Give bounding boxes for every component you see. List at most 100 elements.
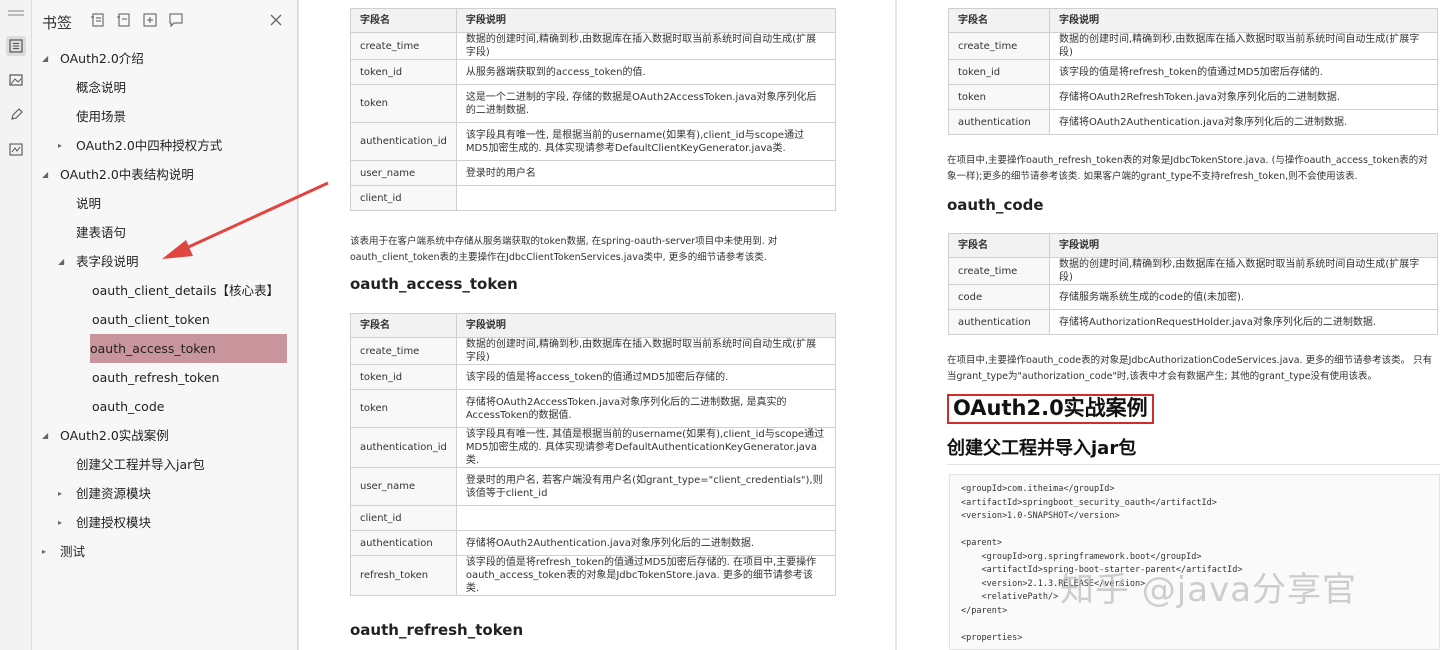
table-row: authentication_id 该字段具有唯一性, 是根据当前的usernam… <box>350 122 837 161</box>
bookmark-label: 说明 <box>76 196 102 211</box>
bookmark-label: 建表语句 <box>76 225 127 240</box>
field-description-cell: 登录时的用户名, 若客户端没有用户名(如grant_type="client_c… <box>455 467 837 506</box>
bookmark-label: 表字段说明 <box>76 254 139 269</box>
collapse-arrow-icon[interactable]: ◢ <box>42 44 48 73</box>
bookmark-tools <box>90 12 184 28</box>
field-name-cell: token <box>350 84 457 123</box>
table-row: token 存储将OAuth2AccessToken.java对象序列化后的二进制… <box>350 389 837 428</box>
table-row: authentication 存储将OAuth2Authentication.ja… <box>948 109 1438 135</box>
table-row: token_id 该字段的值是将refresh_token的值通过MD5加密后存储… <box>948 59 1438 85</box>
column-header: 字段说明 <box>1049 233 1438 258</box>
field-name-cell: token_id <box>350 59 457 85</box>
bookmark-item[interactable]: ▸ 测试 <box>32 537 298 566</box>
table-oauth-code: 字段名 字段说明 create_time 数据的创建时间,精确到秒,由数据库在插入数据… <box>948 233 1438 335</box>
thumbnails-icon[interactable] <box>6 70 26 90</box>
field-description-cell: 数据的创建时间,精确到秒,由数据库在插入数据时取当前系统时间自动生成(扩展字段) <box>455 32 837 60</box>
expand-arrow-icon[interactable]: ▸ <box>42 537 46 566</box>
table-row: token 这是一个二进制的字段, 存储的数据是OAuth2AccessToken… <box>350 84 837 123</box>
bookmark-item[interactable]: oauth_refresh_token <box>32 363 298 392</box>
table-row: user_name 登录时的用户名, 若客户端没有用户名(如grant_type=… <box>350 467 837 506</box>
field-name-cell: create_time <box>350 32 457 60</box>
table-header-row: 字段名 字段说明 <box>948 233 1438 258</box>
bookmark-label: 测试 <box>60 544 86 559</box>
expand-arrow-icon[interactable]: ▸ <box>58 479 62 508</box>
field-name-cell: authentication_id <box>350 122 457 161</box>
bookmark-item[interactable]: 创建父工程并导入jar包 <box>32 450 298 479</box>
column-header: 字段说明 <box>455 313 837 338</box>
field-name-cell: authentication <box>948 309 1050 335</box>
heading-oauth-code: oauth_code <box>947 196 1044 214</box>
table-row: create_time 数据的创建时间,精确到秒,由数据库在插入数据时取当前系统时… <box>948 257 1438 285</box>
heading-oauth-refresh-token: oauth_refresh_token <box>350 621 524 639</box>
bookmark-item[interactable]: oauth_code <box>32 392 298 421</box>
field-description-cell: 该字段具有唯一性, 其值是根据当前的username(如果有),client_i… <box>455 427 837 468</box>
collapse-all-icon[interactable] <box>116 12 132 28</box>
field-description-cell: 这是一个二进制的字段, 存储的数据是OAuth2AccessToken.java… <box>455 84 837 123</box>
field-description-cell: 从服务器端获取到的access_token的值. <box>455 59 837 85</box>
bookmark-item[interactable]: ▸ OAuth2.0中四种授权方式 <box>32 131 298 160</box>
bookmark-item[interactable]: oauth_client_details【核心表】 <box>32 276 298 305</box>
bookmark-item[interactable]: ◢ OAuth2.0介绍 <box>32 44 298 73</box>
bookmark-item[interactable]: 概念说明 <box>32 73 298 102</box>
expand-arrow-icon[interactable]: ▸ <box>58 508 62 537</box>
table-oauth-client-token: 字段名 字段说明 create_time 数据的创建时间,精确到秒,由数据库在插入数据… <box>350 8 837 211</box>
field-name-cell: authentication <box>948 109 1050 135</box>
bookmark-label: 创建父工程并导入jar包 <box>76 457 205 472</box>
bookmark-label: oauth_refresh_token <box>92 370 220 385</box>
field-description-cell: 该字段的值是将refresh_token的值通过MD5加密后存储的. <box>1049 59 1438 85</box>
column-header: 字段名 <box>948 233 1050 258</box>
bookmark-options-icon[interactable] <box>168 12 184 28</box>
field-name-cell: refresh_token <box>350 555 457 596</box>
bookmark-label: 使用场景 <box>76 109 127 124</box>
bookmark-item[interactable]: ◢ OAuth2.0实战案例 <box>32 421 298 450</box>
bookmark-label: OAuth2.0介绍 <box>60 51 144 66</box>
collapse-arrow-icon[interactable]: ◢ <box>58 247 64 276</box>
table-row: client_id <box>350 185 837 211</box>
field-description-cell: 数据的创建时间,精确到秒,由数据库在插入数据时取当前系统时间自动生成(扩展字段) <box>1049 32 1438 60</box>
table-header-row: 字段名 字段说明 <box>948 8 1438 33</box>
code-line: <version>1.0-SNAPSHOT</version> <box>961 511 1120 521</box>
field-description-cell <box>455 505 837 531</box>
bookmark-item[interactable]: 建表语句 <box>32 218 298 247</box>
column-header: 字段名 <box>350 313 457 338</box>
expand-all-icon[interactable] <box>90 12 106 28</box>
expand-arrow-icon[interactable]: ▸ <box>58 131 62 160</box>
table-row: authentication_id 该字段具有唯一性, 其值是根据当前的usern… <box>350 427 837 468</box>
panel-title: 书签 <box>42 14 73 32</box>
field-name-cell: client_id <box>350 505 457 531</box>
bookmark-label: OAuth2.0中四种授权方式 <box>76 138 223 153</box>
field-description-cell: 存储将AuthorizationRequestHolder.java对象序列化后… <box>1049 309 1438 335</box>
code-line: <artifactId>springboot_security_oauth</a… <box>961 497 1217 508</box>
column-header: 字段名 <box>948 8 1050 33</box>
add-bookmark-icon[interactable] <box>142 12 158 28</box>
bookmark-label: oauth_access_token <box>90 341 216 356</box>
annotation-icon[interactable] <box>6 105 26 125</box>
field-description-cell: 数据的创建时间,精确到秒,由数据库在插入数据时取当前系统时间自动生成(扩展字段) <box>455 337 837 365</box>
bookmark-item[interactable]: ◢ 表字段说明 <box>32 247 298 276</box>
bookmark-item[interactable]: oauth_client_token <box>32 305 298 334</box>
bookmark-label: oauth_code <box>92 399 165 414</box>
collapse-arrow-icon[interactable]: ◢ <box>42 421 48 450</box>
collapse-arrow-icon[interactable]: ◢ <box>42 160 48 189</box>
bookmark-item[interactable]: 使用场景 <box>32 102 298 131</box>
paragraph-client-token: 该表用于在客户端系统中存储从服务端获取的token数据, 在spring-oau… <box>350 236 778 263</box>
table-row: create_time 数据的创建时间,精确到秒,由数据库在插入数据时取当前系统时… <box>350 337 837 365</box>
field-description-cell: 该字段具有唯一性, 是根据当前的username(如果有),client_id与… <box>455 122 837 161</box>
bookmark-item[interactable]: oauth_access_token <box>90 334 287 363</box>
bookmark-item[interactable]: ▸ 创建资源模块 <box>32 479 298 508</box>
bookmark-label: 创建授权模块 <box>76 515 152 530</box>
table-row: code 存储服务端系统生成的code的值(未加密). <box>948 284 1438 310</box>
field-name-cell: client_id <box>350 185 457 211</box>
bookmarks-icon[interactable] <box>6 36 26 56</box>
close-icon[interactable] <box>269 12 285 28</box>
attachment-icon[interactable] <box>6 140 26 160</box>
bookmark-item[interactable]: ◢ OAuth2.0中表结构说明 <box>32 160 298 189</box>
bookmark-item[interactable]: ▸ 创建授权模块 <box>32 508 298 537</box>
field-name-cell: create_time <box>350 337 457 365</box>
column-header: 字段名 <box>350 8 457 33</box>
bookmark-item[interactable]: 说明 <box>32 189 298 218</box>
field-description-cell: 存储将OAuth2Authentication.java对象序列化后的二进制数据… <box>455 530 837 556</box>
table-row: authentication 存储将AuthorizationRequestHol… <box>948 309 1438 335</box>
field-name-cell: token <box>948 84 1050 110</box>
